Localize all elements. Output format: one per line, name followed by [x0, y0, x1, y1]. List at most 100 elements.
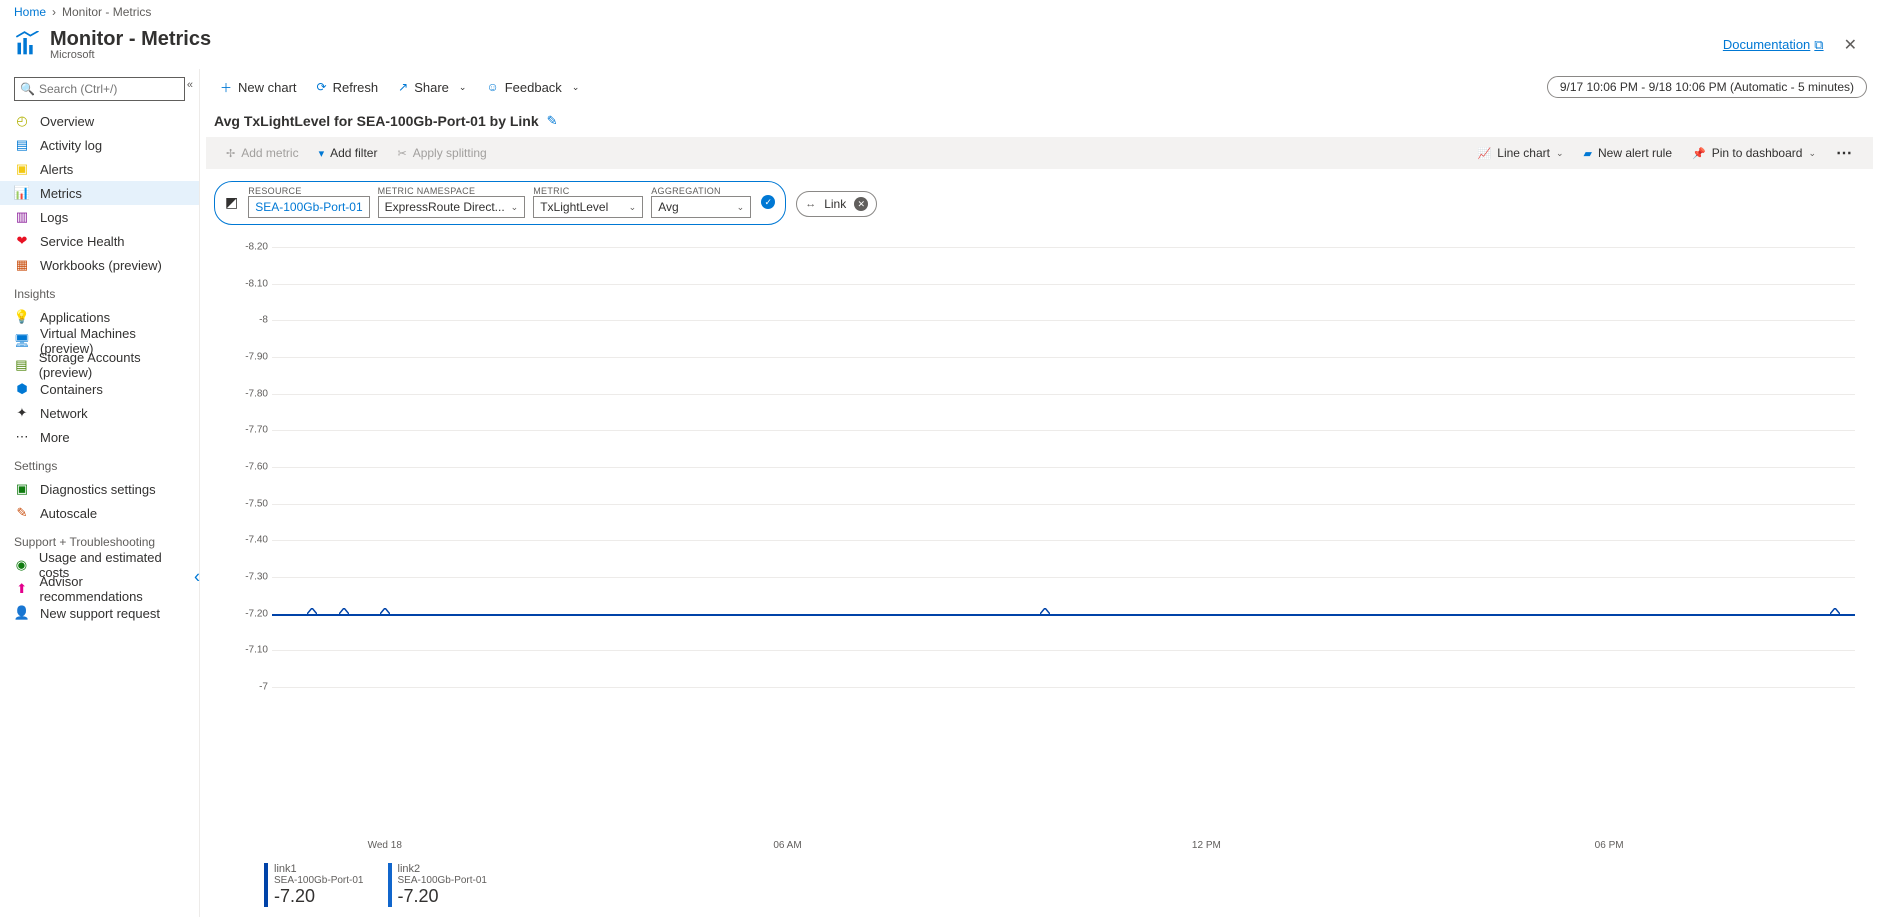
add-filter-button[interactable]: ▾Add filter	[311, 143, 386, 163]
sidebar-item-icon: ✦	[14, 405, 30, 421]
add-metric-button[interactable]: ✢Add metric	[218, 143, 307, 163]
sidebar-item-icon: ▤	[14, 357, 29, 373]
chart-nav-left-icon[interactable]: ‹	[188, 561, 206, 594]
sidebar-item-workbooks-preview-[interactable]: ▦Workbooks (preview)	[0, 253, 199, 277]
sidebar-item-label: Alerts	[40, 162, 73, 177]
chart-area: ‹ › -8.20-8.10-8-7.90-7.80-7.70-7.60-7.5…	[200, 237, 1879, 917]
pin-dashboard-button[interactable]: 📌Pin to dashboard⌄	[1684, 143, 1824, 163]
check-icon: ✓	[761, 195, 775, 209]
y-axis-tick: -7.30	[244, 572, 268, 583]
metric-dropdown[interactable]: TxLightLevel⌄	[533, 196, 643, 218]
grid-line	[272, 320, 1855, 321]
sidebar-item-icon: ✎	[14, 505, 30, 521]
aggregation-label: AGGREGATION	[651, 186, 751, 196]
sidebar-item-advisor-recommendations[interactable]: ⬆Advisor recommendations	[0, 577, 199, 601]
sidebar-group-header: Support + Troubleshooting	[0, 525, 199, 553]
documentation-link[interactable]: Documentation ⧉	[1723, 37, 1824, 53]
toolbar: ＋New chart ⟳Refresh ↗Share⌄ ☺Feedback⌄ 9…	[200, 69, 1879, 105]
chart-title-row: Avg TxLightLevel for SEA-100Gb-Port-01 b…	[200, 105, 1879, 137]
sidebar-item-metrics[interactable]: 📊Metrics	[0, 181, 199, 205]
chevron-down-icon: ⌄	[1556, 148, 1564, 159]
legend-series-name: link2	[398, 863, 488, 875]
sidebar-item-icon: ⬢	[14, 381, 30, 397]
y-axis-tick: -7.80	[244, 388, 268, 399]
share-icon: ↗	[398, 80, 408, 94]
apply-splitting-button[interactable]: ✂Apply splitting	[389, 143, 494, 163]
more-menu-button[interactable]: ⋯	[1828, 143, 1861, 163]
sidebar-item-activity-log[interactable]: ▤Activity log	[0, 133, 199, 157]
remove-filter-icon[interactable]: ✕	[854, 197, 868, 211]
grid-line	[272, 467, 1855, 468]
sidebar-item-more[interactable]: ⋯More	[0, 425, 199, 449]
filter-split-icon: ↔	[805, 198, 816, 210]
resource-dropdown[interactable]: SEA-100Gb-Port-01	[248, 196, 369, 218]
sidebar-item-icon: 🖥	[14, 333, 30, 349]
share-button[interactable]: ↗Share⌄	[390, 76, 474, 99]
filter-pill-link[interactable]: ↔ Link ✕	[796, 191, 877, 217]
sidebar-item-icon: ◴	[14, 113, 30, 129]
legend-item[interactable]: link1 SEA-100Gb-Port-01 -7.20	[264, 863, 364, 907]
sidebar-item-alerts[interactable]: ▣Alerts	[0, 157, 199, 181]
resource-label: RESOURCE	[248, 186, 369, 196]
new-chart-button[interactable]: ＋New chart	[212, 75, 305, 100]
line-chart-icon: 📈	[1478, 147, 1492, 160]
pin-icon: 📌	[1692, 147, 1706, 160]
metric-bar: ✢Add metric ▾Add filter ✂Apply splitting…	[206, 137, 1873, 169]
namespace-label: METRIC NAMESPACE	[378, 186, 526, 196]
data-marker	[339, 608, 349, 614]
sidebar-item-label: Overview	[40, 114, 94, 129]
edit-pencil-icon[interactable]: ✎	[547, 113, 558, 129]
refresh-button[interactable]: ⟳Refresh	[309, 76, 387, 99]
namespace-dropdown[interactable]: ExpressRoute Direct...⌄	[378, 196, 526, 218]
sidebar-item-label: Workbooks (preview)	[40, 258, 162, 273]
sidebar-item-label: Diagnostics settings	[40, 482, 156, 497]
sidebar-item-label: Autoscale	[40, 506, 97, 521]
sidebar-item-new-support-request[interactable]: 👤New support request	[0, 601, 199, 625]
sidebar-item-containers[interactable]: ⬢Containers	[0, 377, 199, 401]
sidebar-item-label: Logs	[40, 210, 68, 225]
chevron-down-icon: ⌄	[572, 82, 580, 93]
chart-canvas[interactable]: -8.20-8.10-8-7.90-7.80-7.70-7.60-7.50-7.…	[244, 247, 1855, 835]
aggregation-dropdown[interactable]: Avg⌄	[651, 196, 751, 218]
x-axis-tick: Wed 18	[368, 840, 402, 851]
grid-line	[272, 504, 1855, 505]
sidebar-group-header: Settings	[0, 449, 199, 477]
y-axis-tick: -8	[244, 315, 268, 326]
chart-nav-right-icon[interactable]: ›	[1873, 561, 1879, 594]
sidebar-item-logs[interactable]: ▥Logs	[0, 205, 199, 229]
sidebar-item-label: Storage Accounts (preview)	[39, 350, 185, 380]
metric-icon: ✢	[226, 147, 235, 160]
filter-icon: ▾	[319, 147, 325, 160]
smile-icon: ☺	[486, 80, 498, 94]
grid-line	[272, 430, 1855, 431]
sidebar-item-diagnostics-settings[interactable]: ▣Diagnostics settings	[0, 477, 199, 501]
monitor-metrics-icon	[14, 31, 42, 59]
chart-type-dropdown[interactable]: 📈Line chart⌄	[1470, 143, 1572, 163]
chart-title: Avg TxLightLevel for SEA-100Gb-Port-01 b…	[214, 113, 539, 129]
external-link-icon: ⧉	[1814, 37, 1823, 53]
sidebar-item-icon: 📊	[14, 185, 30, 201]
legend-item[interactable]: link2 SEA-100Gb-Port-01 -7.20	[388, 863, 488, 907]
sidebar-item-label: Applications	[40, 310, 110, 325]
y-axis-tick: -7.40	[244, 535, 268, 546]
sidebar-search-input[interactable]	[14, 77, 185, 101]
sidebar-item-network[interactable]: ✦Network	[0, 401, 199, 425]
y-axis-tick: -7.10	[244, 645, 268, 656]
sidebar-item-autoscale[interactable]: ✎ Autoscale	[0, 501, 199, 525]
sidebar-item-service-health[interactable]: ❤Service Health	[0, 229, 199, 253]
time-range-pill[interactable]: 9/17 10:06 PM - 9/18 10:06 PM (Automatic…	[1547, 76, 1867, 98]
x-axis-tick: 06 PM	[1595, 840, 1624, 851]
page-title: Monitor - Metrics	[50, 28, 211, 51]
sidebar-item-overview[interactable]: ◴ Overview	[0, 109, 199, 133]
metric-label: METRIC	[533, 186, 643, 196]
x-axis-tick: 12 PM	[1192, 840, 1221, 851]
grid-line	[272, 247, 1855, 248]
sidebar-item-storage-accounts-preview-[interactable]: ▤ Storage Accounts (preview)	[0, 353, 199, 377]
close-icon[interactable]: ✕	[1836, 31, 1865, 59]
chevron-down-icon: ⌄	[459, 82, 467, 93]
feedback-button[interactable]: ☺Feedback⌄	[478, 76, 587, 99]
grid-line	[272, 394, 1855, 395]
breadcrumb-home[interactable]: Home	[14, 5, 46, 19]
y-axis-tick: -7	[244, 682, 268, 693]
new-alert-button[interactable]: ▰New alert rule	[1576, 143, 1681, 163]
